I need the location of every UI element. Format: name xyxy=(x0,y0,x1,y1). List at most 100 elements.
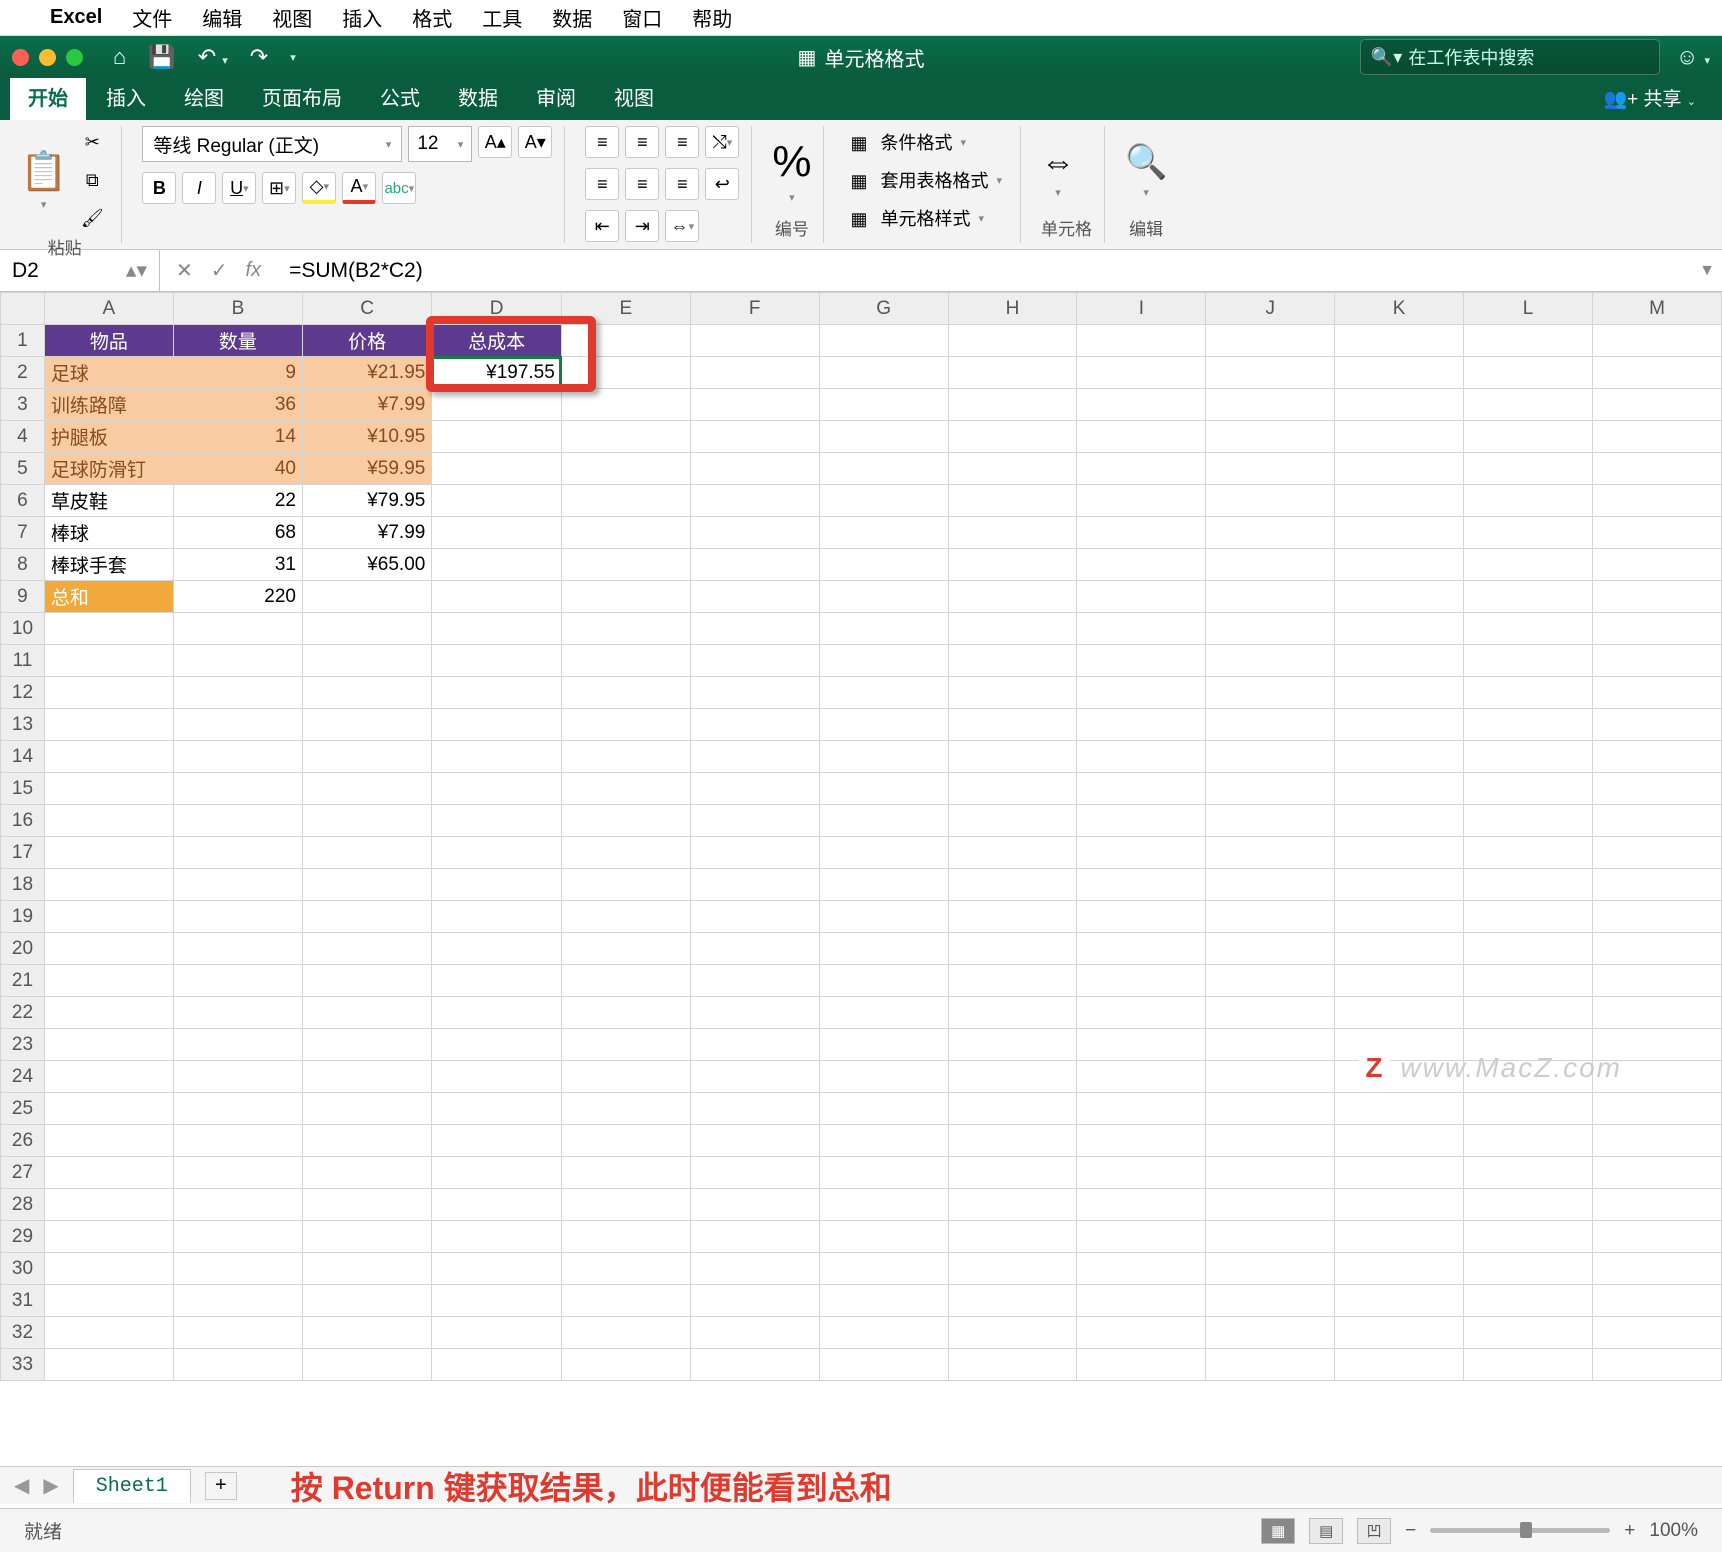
row-header[interactable]: 26 xyxy=(1,1125,45,1157)
cell[interactable] xyxy=(1206,613,1335,645)
cell[interactable] xyxy=(302,1317,431,1349)
cell[interactable] xyxy=(44,645,173,677)
cell[interactable]: ¥79.95 xyxy=(302,485,431,517)
tab-home[interactable]: 开始 xyxy=(10,73,86,120)
cell[interactable] xyxy=(1206,357,1335,389)
zoom-out-icon[interactable]: − xyxy=(1405,1520,1416,1542)
cell[interactable] xyxy=(1077,901,1206,933)
cell[interactable] xyxy=(1335,1349,1464,1381)
row-header[interactable]: 20 xyxy=(1,933,45,965)
undo-icon[interactable]: ↶ ▾ xyxy=(198,44,228,70)
tab-review[interactable]: 审阅 xyxy=(518,73,594,120)
cell[interactable] xyxy=(1335,357,1464,389)
cell[interactable] xyxy=(1464,1157,1593,1189)
tab-insert[interactable]: 插入 xyxy=(88,73,164,120)
cell[interactable] xyxy=(690,549,819,581)
cell[interactable] xyxy=(173,1349,302,1381)
cell[interactable] xyxy=(1206,549,1335,581)
cell[interactable] xyxy=(432,933,561,965)
cell[interactable] xyxy=(819,1285,948,1317)
cell[interactable] xyxy=(1592,613,1721,645)
cell[interactable] xyxy=(690,1221,819,1253)
cell[interactable] xyxy=(1464,709,1593,741)
col-header[interactable]: I xyxy=(1077,293,1206,325)
cell[interactable] xyxy=(819,997,948,1029)
cell[interactable] xyxy=(948,549,1077,581)
row-header[interactable]: 25 xyxy=(1,1093,45,1125)
cell[interactable] xyxy=(1464,1349,1593,1381)
row-header[interactable]: 23 xyxy=(1,1029,45,1061)
cell[interactable]: ¥7.99 xyxy=(302,517,431,549)
cell[interactable] xyxy=(302,997,431,1029)
cell[interactable] xyxy=(1335,613,1464,645)
cells-button[interactable]: ⇔▾ xyxy=(1041,143,1075,199)
menu-help[interactable]: 帮助 xyxy=(692,3,732,32)
cell[interactable] xyxy=(819,677,948,709)
tab-view[interactable]: 视图 xyxy=(596,73,672,120)
row-header[interactable]: 6 xyxy=(1,485,45,517)
cell[interactable] xyxy=(1335,1189,1464,1221)
cell[interactable] xyxy=(1592,933,1721,965)
col-header[interactable]: D xyxy=(432,293,561,325)
cell[interactable] xyxy=(173,1029,302,1061)
cell[interactable]: ¥197.55 xyxy=(432,357,561,389)
cell[interactable] xyxy=(44,677,173,709)
cell[interactable] xyxy=(561,517,690,549)
cell[interactable] xyxy=(819,485,948,517)
cell[interactable] xyxy=(302,965,431,997)
cell[interactable]: ¥59.95 xyxy=(302,453,431,485)
cell[interactable] xyxy=(432,709,561,741)
cell[interactable] xyxy=(1077,837,1206,869)
cell[interactable] xyxy=(1206,997,1335,1029)
cell[interactable] xyxy=(690,517,819,549)
cell[interactable] xyxy=(948,805,1077,837)
cell[interactable] xyxy=(1335,581,1464,613)
cell[interactable] xyxy=(1077,421,1206,453)
cell[interactable] xyxy=(1206,645,1335,677)
cell[interactable]: 训练路障 xyxy=(44,389,173,421)
cell[interactable] xyxy=(948,1157,1077,1189)
cell[interactable] xyxy=(819,1125,948,1157)
cell[interactable] xyxy=(561,581,690,613)
cut-icon[interactable]: ✂ xyxy=(75,126,109,158)
cell[interactable] xyxy=(1464,517,1593,549)
align-center-icon[interactable]: ≡ xyxy=(625,168,659,200)
formula-input[interactable]: =SUM(B2*C2) xyxy=(277,259,1692,283)
cell[interactable] xyxy=(1077,805,1206,837)
cell[interactable] xyxy=(1335,1317,1464,1349)
font-color-button[interactable]: A ▾ xyxy=(342,172,376,204)
cell[interactable] xyxy=(819,1157,948,1189)
cell[interactable] xyxy=(44,1253,173,1285)
cell[interactable] xyxy=(1592,1125,1721,1157)
phonetic-button[interactable]: abc ▾ xyxy=(382,172,416,204)
row-header[interactable]: 33 xyxy=(1,1349,45,1381)
cell[interactable] xyxy=(1464,1253,1593,1285)
cell[interactable] xyxy=(432,645,561,677)
cell[interactable] xyxy=(1464,741,1593,773)
cell[interactable] xyxy=(1592,869,1721,901)
sheet-nav-next-icon[interactable]: ▶ xyxy=(43,1473,58,1498)
cell[interactable]: 总和 xyxy=(44,581,173,613)
menu-format[interactable]: 格式 xyxy=(412,3,452,32)
cell[interactable] xyxy=(561,1285,690,1317)
cell[interactable] xyxy=(302,805,431,837)
cell[interactable] xyxy=(1077,581,1206,613)
cell[interactable] xyxy=(1464,773,1593,805)
cell[interactable] xyxy=(1464,1189,1593,1221)
cell[interactable] xyxy=(173,677,302,709)
cell[interactable] xyxy=(44,965,173,997)
cell[interactable] xyxy=(948,325,1077,357)
cell[interactable] xyxy=(1335,325,1464,357)
cell[interactable] xyxy=(1077,1093,1206,1125)
menu-tools[interactable]: 工具 xyxy=(482,3,522,32)
cell[interactable] xyxy=(1592,1253,1721,1285)
cell[interactable] xyxy=(1592,709,1721,741)
row-header[interactable]: 30 xyxy=(1,1253,45,1285)
cell[interactable] xyxy=(432,1189,561,1221)
cell[interactable] xyxy=(1077,965,1206,997)
cell[interactable] xyxy=(561,1189,690,1221)
cell[interactable] xyxy=(561,645,690,677)
cell[interactable] xyxy=(1077,517,1206,549)
row-header[interactable]: 24 xyxy=(1,1061,45,1093)
cell[interactable] xyxy=(690,837,819,869)
